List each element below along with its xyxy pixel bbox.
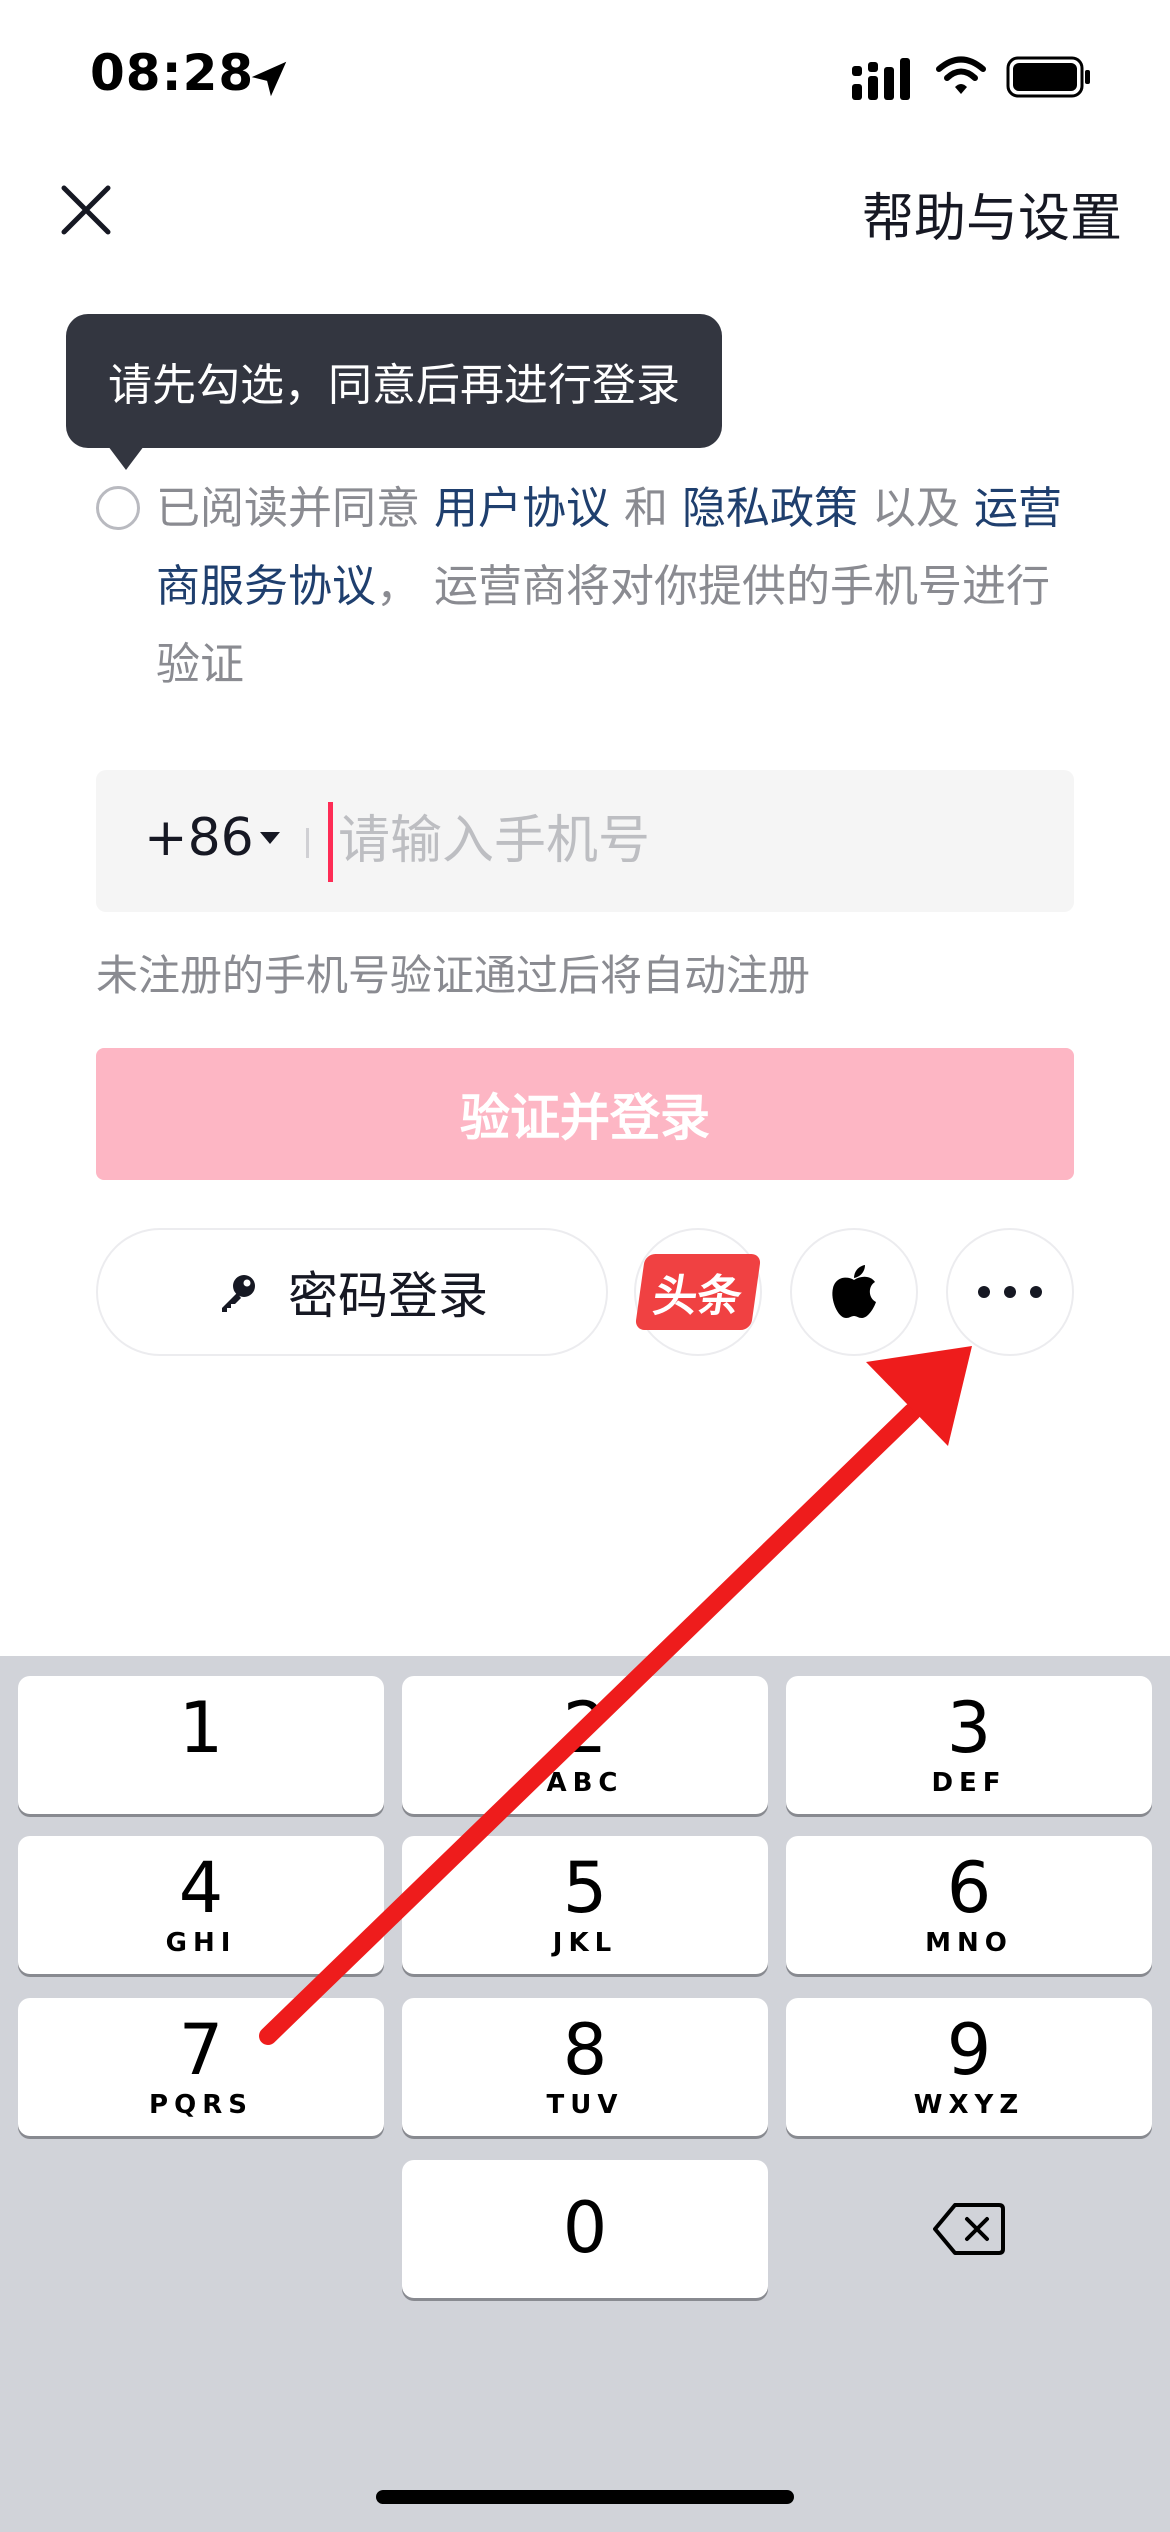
text-cursor (328, 802, 333, 882)
key-letters: GHI (165, 1928, 237, 1958)
key-4[interactable]: 4 GHI (18, 1836, 384, 1974)
tooltip-text: 请先勾选，同意后再进行登录 (108, 360, 680, 411)
key-0[interactable]: 0 (402, 2160, 768, 2298)
key-icon (222, 1275, 255, 1312)
key-digit: 3 (946, 1687, 992, 1769)
tooltip-tail (108, 446, 144, 470)
cellular-signal-icon (852, 58, 910, 100)
home-indicator (376, 2490, 794, 2504)
status-time: 08:28 (90, 44, 255, 102)
toutiao-login-button[interactable]: 头条 (634, 1228, 762, 1356)
key-letters: MNO (925, 1928, 1013, 1958)
key-9[interactable]: 9 WXYZ (786, 1998, 1152, 2136)
phone-input[interactable] (338, 806, 1038, 876)
key-digit: 5 (562, 1847, 608, 1929)
toutiao-logo: 头条 (634, 1254, 762, 1330)
agreement-checkbox[interactable] (96, 486, 140, 530)
country-code-selector[interactable]: +86 (144, 808, 254, 868)
agreement-text: 已阅读并同意 用户协议 和 隐私政策 以及 运营商服务协议， 运营商将对你提供的… (156, 470, 1086, 704)
key-digit: 9 (946, 2009, 992, 2091)
key-1[interactable]: 1 (18, 1676, 384, 1814)
agreement-tooltip: 请先勾选，同意后再进行登录 (66, 314, 722, 448)
backspace-icon (933, 2203, 1005, 2255)
wifi-icon (936, 56, 986, 94)
key-5[interactable]: 5 JKL (402, 1836, 768, 1974)
key-2[interactable]: 2 ABC (402, 1676, 768, 1814)
delete-key[interactable] (786, 2160, 1152, 2298)
battery-icon (1006, 56, 1090, 98)
key-digit: 8 (562, 2009, 608, 2091)
key-6[interactable]: 6 MNO (786, 1836, 1152, 1974)
key-3[interactable]: 3 DEF (786, 1676, 1152, 1814)
key-digit: 7 (178, 2009, 224, 2091)
apple-icon (832, 1265, 876, 1318)
location-arrow-icon (251, 61, 287, 97)
user-agreement-link[interactable]: 用户协议 (434, 483, 610, 534)
agreement-prefix: 已阅读并同意 (156, 483, 434, 534)
key-8[interactable]: 8 TUV (402, 1998, 768, 2136)
phone-field: +86 (96, 770, 1074, 912)
agreement-and-also: 以及 (857, 483, 974, 534)
auto-register-hint: 未注册的手机号验证通过后将自动注册 (96, 951, 811, 1000)
privacy-policy-link[interactable]: 隐私政策 (682, 483, 858, 534)
chevron-down-icon[interactable] (260, 832, 280, 844)
key-digit: 4 (178, 1847, 224, 1929)
more-login-button[interactable] (946, 1228, 1074, 1356)
key-digit: 0 (562, 2187, 608, 2269)
password-login-button[interactable]: 密码登录 (96, 1228, 608, 1356)
key-letters: DEF (931, 1768, 1007, 1798)
key-letters: WXYZ (913, 2090, 1025, 2120)
close-icon (61, 185, 111, 235)
key-letters: TUV (546, 2090, 624, 2120)
key-7[interactable]: 7 PQRS (18, 1998, 384, 2136)
key-letters: PQRS (149, 2090, 253, 2120)
agreement-and: 和 (610, 483, 682, 534)
close-button[interactable] (46, 170, 126, 250)
key-letters: ABC (546, 1768, 624, 1798)
key-digit: 2 (562, 1687, 608, 1769)
key-digit: 1 (178, 1687, 224, 1769)
help-settings-link[interactable]: 帮助与设置 (862, 176, 1122, 251)
key-letters: JKL (552, 1928, 618, 1958)
verify-login-button[interactable]: 验证并登录 (96, 1048, 1074, 1180)
more-icon (978, 1286, 1042, 1298)
key-digit: 6 (946, 1847, 992, 1929)
apple-login-button[interactable] (790, 1228, 918, 1356)
field-divider (306, 828, 309, 858)
password-login-label: 密码登录 (288, 1267, 488, 1325)
